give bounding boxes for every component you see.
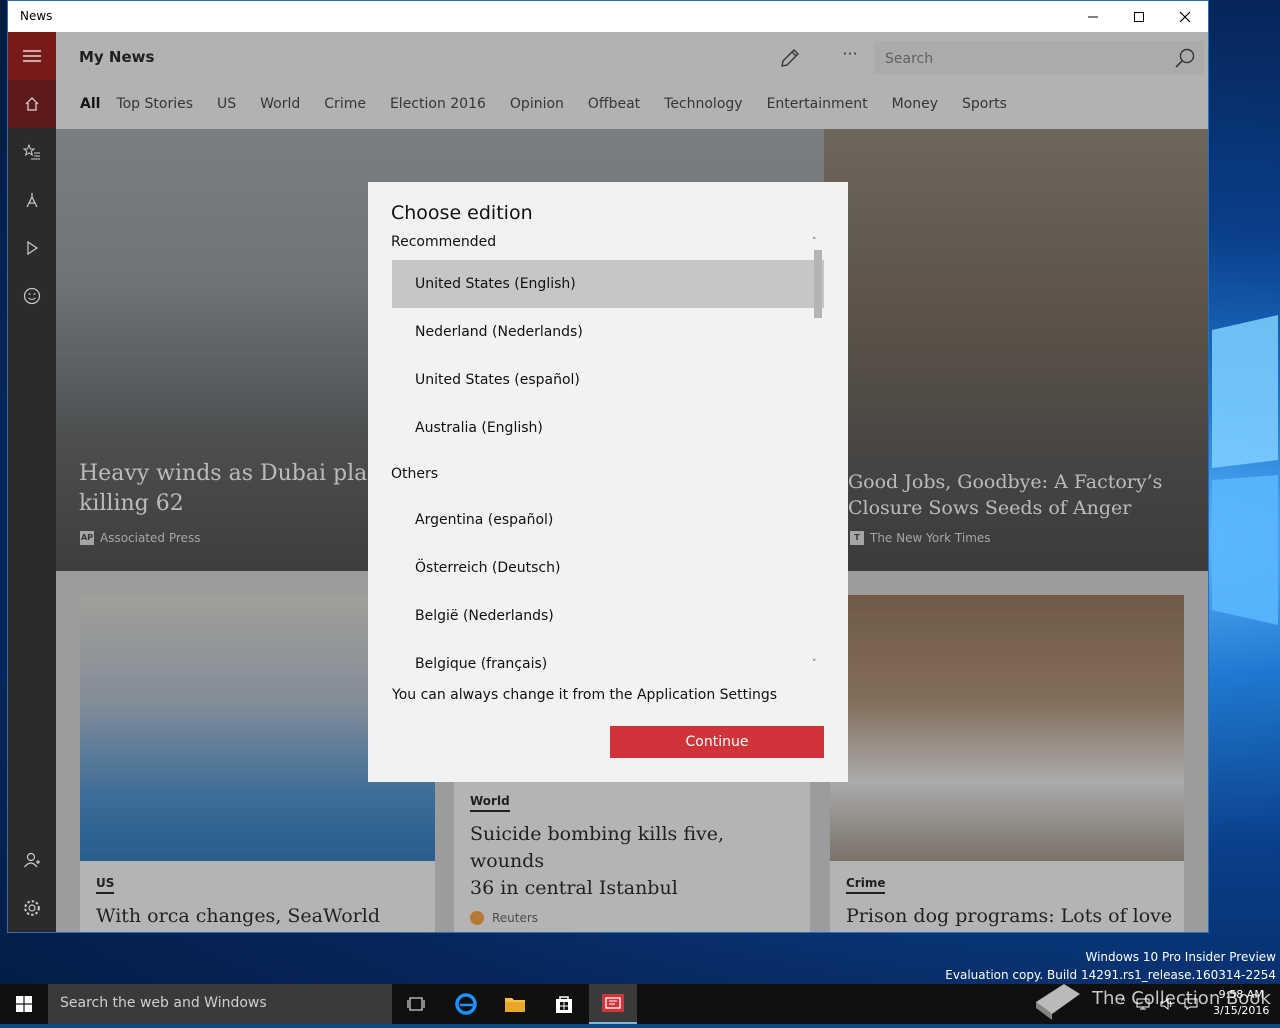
store-icon — [556, 996, 572, 1013]
system-tray: ˄ — [1120, 984, 1198, 1024]
nav-settings[interactable] — [8, 884, 56, 932]
chevron-up-icon[interactable]: ˄ — [1120, 997, 1126, 1011]
book-logo-icon — [1030, 972, 1086, 1024]
windows-start-icon — [16, 996, 32, 1012]
task-view-button[interactable] — [392, 984, 440, 1024]
news-app-icon — [602, 994, 624, 1012]
home-icon — [25, 97, 39, 111]
scrollbar-thumb[interactable] — [814, 250, 822, 318]
user-icon — [24, 852, 40, 868]
maximize-button[interactable] — [1116, 1, 1162, 32]
taskbar-search[interactable]: Search the web and Windows — [48, 984, 392, 1024]
edition-option[interactable]: United States (español) — [392, 356, 824, 404]
edge-icon — [455, 993, 477, 1015]
continue-button[interactable]: Continue — [610, 726, 824, 758]
nav-feedback[interactable] — [8, 272, 56, 320]
nav-account[interactable] — [8, 836, 56, 884]
title-bar: News — [8, 1, 1208, 32]
clock[interactable]: 9:58 AM 3/15/2016 — [1213, 987, 1269, 1019]
nav-local[interactable] — [8, 176, 56, 224]
edition-option[interactable]: België (Nederlands) — [392, 592, 824, 640]
play-icon — [27, 240, 39, 256]
star-list-icon — [23, 143, 40, 160]
settings-note: You can always change it from the Applic… — [392, 687, 778, 703]
hamburger-button[interactable] — [8, 32, 56, 80]
taskbar-store[interactable] — [540, 984, 588, 1024]
build-watermark-line2: Evaluation copy. Build 14291.rs1_release… — [945, 968, 1276, 982]
close-button[interactable] — [1162, 1, 1208, 32]
gear-icon — [24, 900, 40, 916]
scroll-up-icon[interactable]: ˄ — [812, 237, 817, 247]
clock-time: 9:58 AM — [1218, 988, 1264, 1001]
recommended-header: Recommended — [391, 234, 497, 250]
volume-icon[interactable] — [1160, 998, 1174, 1010]
dialog-title: Choose edition — [391, 202, 533, 224]
taskbar-search-placeholder: Search the web and Windows — [60, 995, 267, 1011]
others-header: Others — [391, 466, 439, 482]
edition-option[interactable]: United States (English) — [392, 260, 824, 308]
hamburger-icon — [23, 50, 41, 62]
minimize-icon — [1088, 16, 1098, 17]
nav-interests[interactable] — [8, 128, 56, 176]
clock-date: 3/15/2016 — [1213, 1004, 1270, 1017]
smiley-icon — [23, 287, 41, 305]
windows-logo-wallpaper — [1212, 315, 1278, 625]
scroll-down-icon[interactable]: ˅ — [812, 659, 817, 669]
network-icon[interactable] — [1136, 998, 1150, 1010]
nav-video[interactable] — [8, 224, 56, 272]
action-center-icon[interactable] — [1184, 998, 1198, 1010]
window-title: News — [20, 9, 53, 23]
taskbar-news[interactable] — [589, 984, 637, 1024]
edition-option[interactable]: Argentina (español) — [392, 496, 824, 544]
edition-option[interactable]: Nederland (Nederlands) — [392, 308, 824, 356]
local-icon — [26, 193, 38, 208]
edition-option[interactable]: Australia (English) — [392, 404, 824, 452]
taskbar-file-explorer[interactable] — [491, 984, 539, 1024]
task-view-icon — [407, 997, 425, 1011]
build-watermark-line1: Windows 10 Pro Insider Preview — [1085, 950, 1276, 964]
nav-rail — [8, 32, 56, 932]
nav-home[interactable] — [8, 80, 56, 128]
choose-edition-dialog: Choose edition Recommended United States… — [368, 182, 848, 782]
taskbar-edge[interactable] — [442, 984, 490, 1024]
edition-option[interactable]: Belgique (français) — [392, 640, 824, 688]
close-icon — [1179, 11, 1191, 22]
maximize-icon — [1134, 11, 1144, 22]
edition-option[interactable]: Österreich (Deutsch) — [392, 544, 824, 592]
minimize-button[interactable] — [1070, 1, 1116, 32]
taskbar: Search the web and Windows The Collectio… — [0, 984, 1280, 1024]
folder-icon — [505, 998, 525, 1012]
start-button[interactable] — [0, 984, 48, 1024]
